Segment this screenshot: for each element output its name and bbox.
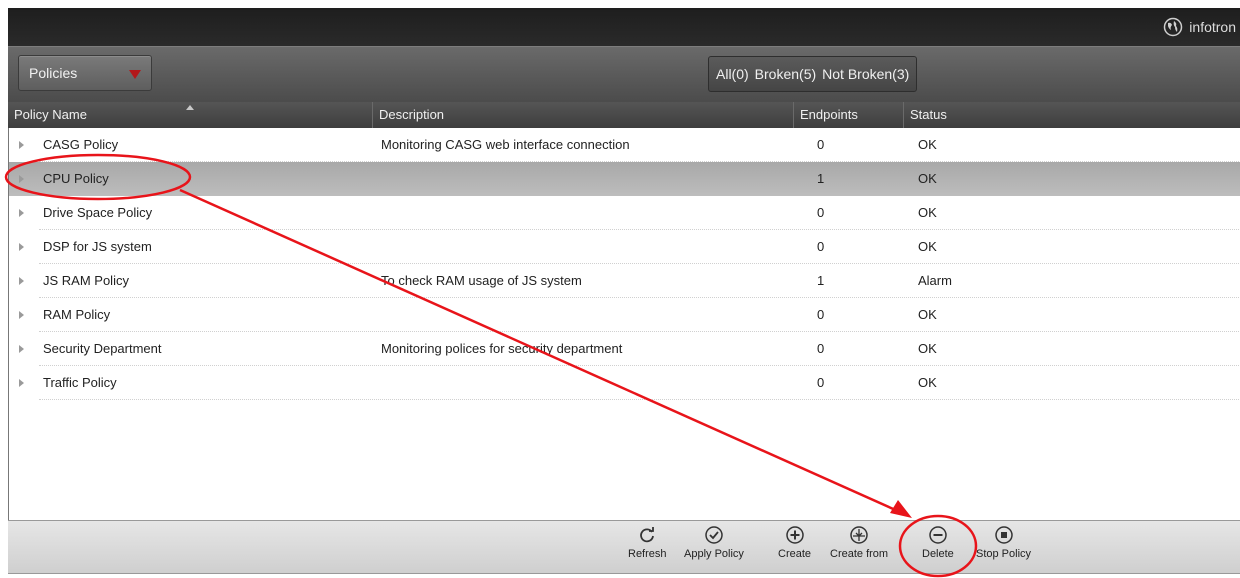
delete-button[interactable]: Delete (922, 525, 954, 560)
filter-all[interactable]: All(0) (713, 66, 752, 82)
policy-name: Traffic Policy (43, 375, 117, 390)
policy-endpoints: 0 (817, 375, 825, 390)
table-row[interactable]: Drive Space Policy 0 OK (9, 196, 1240, 230)
policy-table: CASG Policy Monitoring CASG web interfac… (8, 128, 1240, 520)
table-row[interactable]: JS RAM Policy To check RAM usage of JS s… (9, 264, 1240, 298)
filter-not-broken[interactable]: Not Broken(3) (819, 66, 912, 82)
policy-name: Drive Space Policy (43, 205, 153, 220)
policy-endpoints: 0 (817, 137, 825, 152)
apply-policy-label: Apply Policy (684, 548, 744, 560)
username: infotron (1189, 19, 1236, 35)
policy-status: Alarm (918, 273, 952, 288)
column-header-label: Policy Name (14, 107, 87, 122)
policy-endpoints: 1 (817, 171, 825, 186)
column-header-label: Description (379, 107, 445, 122)
sort-ascending-icon (186, 105, 194, 110)
user-menu[interactable]: infotron (1163, 8, 1240, 46)
column-header-status[interactable]: Status (904, 102, 1240, 128)
policy-status: OK (918, 171, 937, 186)
table-header: Policy Name Description Endpoints Status (8, 102, 1240, 128)
apply-policy-button[interactable]: Apply Policy (684, 525, 744, 560)
expand-arrow-icon[interactable] (19, 379, 24, 387)
stop-circle-icon (994, 526, 1013, 544)
policy-status: OK (918, 307, 937, 322)
stop-policy-button[interactable]: Stop Policy (976, 525, 1031, 560)
policy-endpoints: 0 (817, 307, 825, 322)
create-from-label: Create from (830, 548, 889, 560)
table-row-selected[interactable]: CPU Policy 1 OK (9, 162, 1240, 196)
status-filter: All(0) Broken(5) Not Broken(3) (708, 56, 918, 92)
check-circle-icon (705, 526, 723, 544)
policy-status: OK (918, 375, 937, 390)
table-row[interactable]: Security Department Monitoring polices f… (9, 332, 1240, 366)
delete-label: Delete (922, 548, 954, 560)
policy-status: OK (918, 341, 937, 356)
chevron-down-icon (129, 70, 141, 79)
policy-name: DSP for JS system (43, 239, 152, 254)
filter-broken[interactable]: Broken(5) (752, 66, 819, 82)
expand-arrow-icon[interactable] (19, 141, 24, 149)
expand-arrow-icon[interactable] (19, 311, 24, 319)
policy-endpoints: 1 (817, 273, 825, 288)
create-from-button[interactable]: Create from (830, 525, 888, 560)
refresh-label: Refresh (628, 548, 667, 560)
policies-window: infotron Policies All(0) Broken(5) Not B… (8, 8, 1240, 578)
expand-arrow-icon[interactable] (19, 175, 24, 183)
policy-endpoints: 0 (817, 205, 825, 220)
policy-status: OK (918, 137, 937, 152)
policy-description: To check RAM usage of JS system (381, 273, 582, 288)
filter-bar: Policies All(0) Broken(5) Not Broken(3) (8, 46, 1240, 103)
globe-icon (1164, 17, 1183, 37)
stop-policy-label: Stop Policy (976, 548, 1032, 560)
view-dropdown-value: Policies (29, 65, 78, 81)
table-row[interactable]: RAM Policy 0 OK (9, 298, 1240, 332)
expand-arrow-icon[interactable] (19, 243, 24, 251)
expand-arrow-icon[interactable] (19, 345, 24, 353)
table-row[interactable]: DSP for JS system 0 OK (9, 230, 1240, 264)
column-header-label: Endpoints (800, 107, 858, 122)
refresh-button[interactable]: Refresh (628, 525, 667, 560)
policy-name: JS RAM Policy (43, 273, 129, 288)
copy-circle-icon (850, 526, 868, 544)
policy-name: CPU Policy (43, 171, 109, 186)
plus-circle-icon (785, 526, 804, 544)
expand-arrow-icon[interactable] (19, 277, 24, 285)
create-label: Create (778, 548, 812, 560)
table-row[interactable]: Traffic Policy 0 OK (9, 366, 1240, 400)
policy-name: RAM Policy (43, 307, 111, 322)
top-bar: infotron (8, 8, 1240, 46)
policy-endpoints: 0 (817, 239, 825, 254)
bottom-toolbar: Refresh Apply Policy Create Create from (8, 520, 1240, 574)
policy-description: Monitoring polices for security departme… (381, 341, 623, 356)
policy-name: Security Department (43, 341, 162, 356)
policy-status: OK (918, 205, 937, 220)
refresh-icon (640, 527, 655, 543)
policy-endpoints: 0 (817, 341, 825, 356)
policy-status: OK (918, 239, 937, 254)
column-header-label: Status (910, 107, 947, 122)
minus-circle-icon (929, 526, 947, 544)
column-header-endpoints[interactable]: Endpoints (794, 102, 904, 128)
policy-name: CASG Policy (43, 137, 119, 152)
create-button[interactable]: Create (778, 525, 811, 560)
table-row[interactable]: CASG Policy Monitoring CASG web interfac… (9, 128, 1240, 162)
column-header-policy-name[interactable]: Policy Name (8, 102, 373, 128)
expand-arrow-icon[interactable] (19, 209, 24, 217)
view-dropdown[interactable]: Policies (18, 55, 152, 91)
column-header-description[interactable]: Description (373, 102, 794, 128)
policy-description: Monitoring CASG web interface connection (381, 137, 630, 152)
